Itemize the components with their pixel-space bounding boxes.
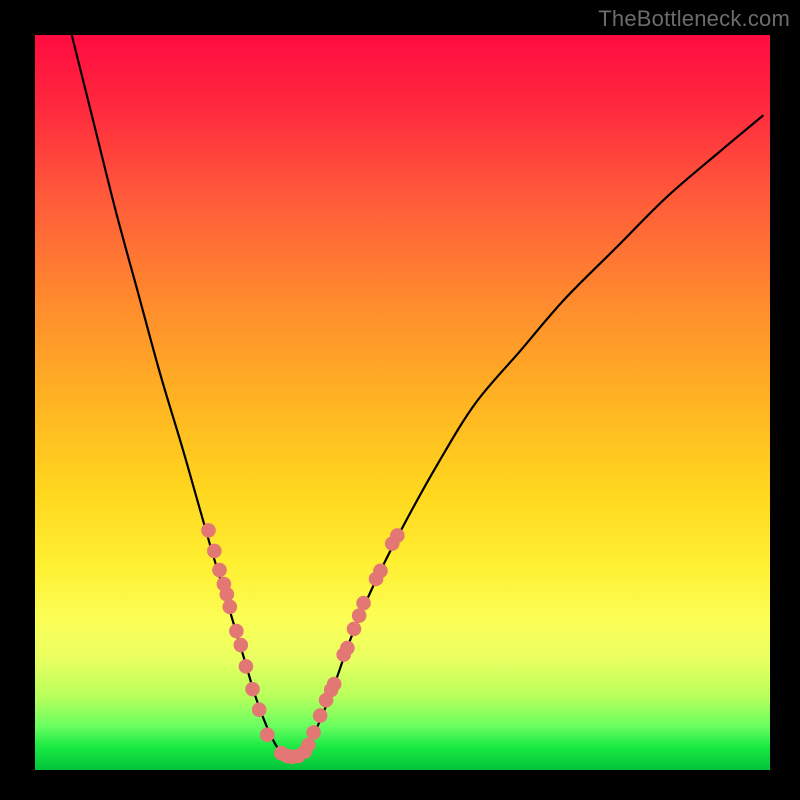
marker-dot <box>306 725 321 740</box>
marker-dot <box>234 638 249 653</box>
plot-svg <box>35 35 770 770</box>
marker-dot <box>252 702 267 717</box>
marker-dot <box>212 563 227 578</box>
marker-dot <box>220 587 235 602</box>
marker-dot <box>373 564 388 579</box>
marker-dot <box>260 727 275 742</box>
marker-dot <box>222 600 237 615</box>
highlighted-points <box>201 523 405 764</box>
marker-dot <box>340 641 355 656</box>
watermark-text: TheBottleneck.com <box>598 6 790 32</box>
marker-dot <box>229 624 244 639</box>
marker-dot <box>245 682 260 697</box>
marker-dot <box>356 596 371 611</box>
marker-dot <box>390 528 405 543</box>
marker-dot <box>239 659 254 674</box>
marker-dot <box>313 708 328 723</box>
plot-area <box>35 35 770 770</box>
marker-dot <box>327 677 342 692</box>
marker-dot <box>201 523 216 538</box>
marker-dot <box>207 544 222 559</box>
chart-frame: TheBottleneck.com <box>0 0 800 800</box>
marker-dot <box>352 608 367 623</box>
marker-dot <box>347 622 362 637</box>
bottleneck-curve <box>72 35 763 762</box>
marker-dot <box>301 738 316 753</box>
